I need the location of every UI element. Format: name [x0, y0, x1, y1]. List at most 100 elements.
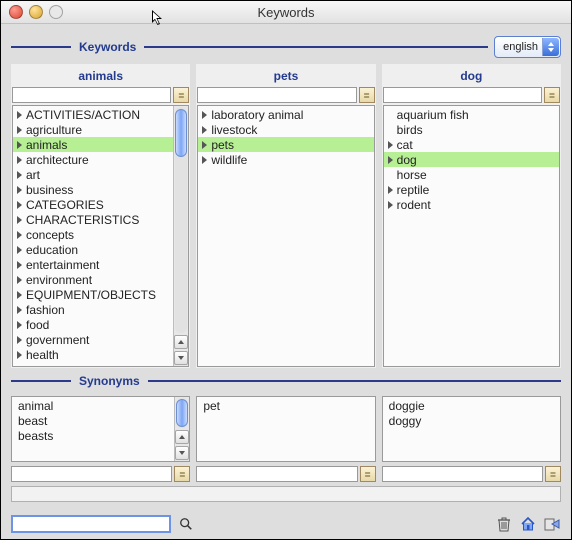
disclosure-triangle-icon[interactable]: [17, 171, 22, 179]
scrollbar-thumb[interactable]: [176, 399, 188, 427]
window-zoom-button[interactable]: [49, 5, 63, 19]
list-item[interactable]: rodent: [384, 197, 559, 212]
apply-icon[interactable]: [543, 515, 561, 533]
language-select[interactable]: english: [494, 36, 561, 58]
column-search-input[interactable]: [383, 87, 542, 103]
scroll-down-icon[interactable]: [175, 446, 189, 460]
scroll-down-icon[interactable]: [174, 351, 188, 365]
list-item-label: pets: [211, 138, 234, 152]
column-search-input[interactable]: [197, 87, 356, 103]
list-item[interactable]: aquarium fish: [384, 107, 559, 122]
disclosure-triangle-icon[interactable]: [17, 126, 22, 134]
list-item[interactable]: laboratory animal: [198, 107, 373, 122]
synonyms-list[interactable]: pet: [196, 396, 375, 462]
list-item[interactable]: food: [13, 317, 173, 332]
scroll-up-icon[interactable]: [174, 335, 188, 349]
disclosure-triangle-icon[interactable]: [202, 141, 207, 149]
keyword-list[interactable]: laboratory animallivestockpetswildlife: [197, 105, 374, 367]
disclosure-triangle-icon[interactable]: [202, 126, 207, 134]
list-item[interactable]: doggy: [383, 413, 560, 428]
disclosure-triangle-icon[interactable]: [388, 141, 393, 149]
list-item[interactable]: government: [13, 332, 173, 347]
list-item[interactable]: doggie: [383, 398, 560, 413]
list-item[interactable]: entertainment: [13, 257, 173, 272]
synonyms-list[interactable]: doggiedoggy: [382, 396, 561, 462]
disclosure-triangle-icon[interactable]: [17, 201, 22, 209]
disclosure-triangle-icon[interactable]: [17, 186, 22, 194]
window-minimize-button[interactable]: [29, 5, 43, 19]
list-item[interactable]: dog: [384, 152, 559, 167]
disclosure-triangle-icon[interactable]: [17, 141, 22, 149]
list-item[interactable]: art: [13, 167, 173, 182]
list-item[interactable]: CHARACTERISTICS: [13, 212, 173, 227]
window-close-button[interactable]: [9, 5, 23, 19]
list-item[interactable]: animal: [12, 398, 174, 413]
list-item-label: art: [26, 168, 40, 182]
list-item[interactable]: pet: [197, 398, 374, 413]
disclosure-triangle-icon[interactable]: [17, 111, 22, 119]
synonym-search-input[interactable]: [382, 466, 543, 482]
scrollbar-thumb[interactable]: [175, 109, 187, 157]
disclosure-triangle-icon[interactable]: [17, 351, 22, 359]
disclosure-triangle-icon[interactable]: [17, 216, 22, 224]
column-search-input[interactable]: [12, 87, 171, 103]
disclosure-triangle-icon[interactable]: [388, 201, 393, 209]
disclosure-triangle-icon[interactable]: [17, 246, 22, 254]
vertical-scrollbar[interactable]: [173, 106, 188, 366]
keywords-window: Keywords Keywords english animals≣ACTIVI…: [0, 0, 572, 540]
scroll-up-icon[interactable]: [175, 430, 189, 444]
list-item[interactable]: beast: [12, 413, 174, 428]
keyword-list-icon[interactable]: ≣: [359, 87, 375, 103]
list-item-label: cat: [397, 138, 413, 152]
list-item[interactable]: health: [13, 347, 173, 362]
synonyms-list[interactable]: animalbeastbeasts: [11, 396, 190, 462]
list-item[interactable]: animals: [13, 137, 173, 152]
disclosure-triangle-icon[interactable]: [17, 261, 22, 269]
keyword-list-icon[interactable]: ≣: [173, 87, 189, 103]
synonym-search-input[interactable]: [11, 466, 172, 482]
list-item[interactable]: pets: [198, 137, 373, 152]
keyword-list[interactable]: ACTIVITIES/ACTIONagricultureanimalsarchi…: [12, 105, 189, 367]
list-item-label: health: [26, 348, 59, 362]
disclosure-triangle-icon[interactable]: [17, 276, 22, 284]
disclosure-triangle-icon[interactable]: [388, 186, 393, 194]
home-icon[interactable]: [519, 515, 537, 533]
trash-icon[interactable]: [495, 515, 513, 533]
disclosure-triangle-icon[interactable]: [17, 306, 22, 314]
keyword-list-icon[interactable]: ≣: [174, 466, 190, 482]
list-item[interactable]: environment: [13, 272, 173, 287]
keyword-list-icon[interactable]: ≣: [544, 87, 560, 103]
list-item[interactable]: EQUIPMENT/OBJECTS: [13, 287, 173, 302]
list-item[interactable]: CATEGORIES: [13, 197, 173, 212]
global-search-input[interactable]: [11, 515, 171, 533]
list-item[interactable]: agriculture: [13, 122, 173, 137]
list-item[interactable]: livestock: [198, 122, 373, 137]
list-item[interactable]: reptile: [384, 182, 559, 197]
disclosure-triangle-icon[interactable]: [202, 111, 207, 119]
vertical-scrollbar[interactable]: [174, 397, 189, 461]
list-item[interactable]: fashion: [13, 302, 173, 317]
list-item[interactable]: ACTIVITIES/ACTION: [13, 107, 173, 122]
list-item[interactable]: architecture: [13, 152, 173, 167]
list-item[interactable]: cat: [384, 137, 559, 152]
disclosure-triangle-icon[interactable]: [17, 336, 22, 344]
disclosure-triangle-icon[interactable]: [17, 291, 22, 299]
disclosure-triangle-icon[interactable]: [17, 321, 22, 329]
list-item[interactable]: beasts: [12, 428, 174, 443]
disclosure-triangle-icon[interactable]: [17, 231, 22, 239]
keyword-list-icon[interactable]: ≣: [360, 466, 376, 482]
keyword-list-icon[interactable]: ≣: [545, 466, 561, 482]
keyword-list[interactable]: aquarium fishbirdscatdoghorsereptilerode…: [383, 105, 560, 367]
list-item[interactable]: wildlife: [198, 152, 373, 167]
list-item[interactable]: birds: [384, 122, 559, 137]
disclosure-triangle-icon[interactable]: [202, 156, 207, 164]
list-item-label: livestock: [211, 123, 257, 137]
search-icon[interactable]: [177, 515, 195, 533]
list-item[interactable]: concepts: [13, 227, 173, 242]
synonym-search-input[interactable]: [196, 466, 357, 482]
list-item[interactable]: education: [13, 242, 173, 257]
disclosure-triangle-icon[interactable]: [388, 156, 393, 164]
disclosure-triangle-icon[interactable]: [17, 156, 22, 164]
list-item[interactable]: horse: [384, 167, 559, 182]
list-item[interactable]: business: [13, 182, 173, 197]
